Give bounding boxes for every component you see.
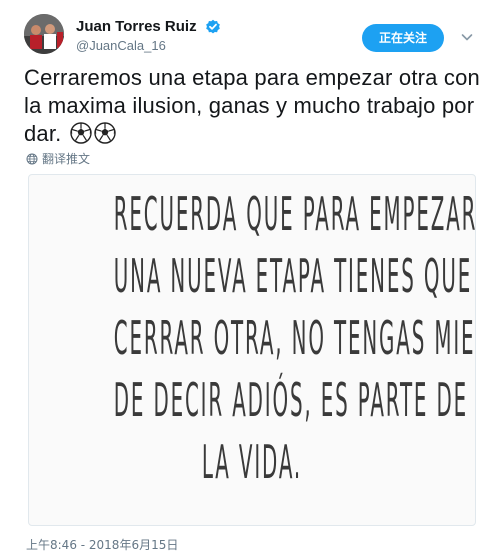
tweet-image[interactable]: RECUERDA QUE PARA EMPEZAR UNA NUEVA ETAP… — [28, 174, 476, 526]
soccer-ball-icon — [70, 122, 92, 144]
verified-badge-icon — [205, 19, 221, 35]
tweet-text: Cerraremos una etapa para empezar otra c… — [24, 64, 484, 148]
user-identity[interactable]: Juan Torres Ruiz @JuanCala_16 — [76, 18, 221, 53]
user-handle[interactable]: @JuanCala_16 — [76, 38, 221, 53]
tweet: Juan Torres Ruiz @JuanCala_16 正在关注 Cerra… — [0, 0, 499, 558]
tweet-header: Juan Torres Ruiz @JuanCala_16 正在关注 — [24, 14, 484, 58]
image-text-line: LA VIDA. — [201, 434, 303, 490]
display-name[interactable]: Juan Torres Ruiz — [76, 18, 197, 35]
image-text-line: RECUERDA QUE PARA EMPEZAR — [113, 186, 476, 242]
globe-icon — [26, 153, 38, 165]
chevron-down-icon[interactable] — [460, 30, 474, 44]
soccer-ball-icon — [94, 122, 116, 144]
tweet-timestamp[interactable]: 上午8:46 - 2018年6月15日 — [26, 536, 178, 553]
tweet-body: Cerraremos una etapa para empezar otra c… — [24, 65, 480, 146]
image-text-line: UNA NUEVA ETAPA TIENES QUE — [113, 248, 473, 304]
translate-tweet-link[interactable]: 翻译推文 — [26, 150, 90, 167]
following-button[interactable]: 正在关注 — [362, 24, 444, 52]
avatar[interactable] — [24, 14, 64, 54]
image-text-line: DE DECIR ADIÓS, ES PARTE DE — [113, 372, 469, 428]
translate-label[interactable]: 翻译推文 — [42, 152, 90, 166]
image-text-line: CERRAR OTRA, NO TENGAS MIEDO — [113, 310, 476, 366]
